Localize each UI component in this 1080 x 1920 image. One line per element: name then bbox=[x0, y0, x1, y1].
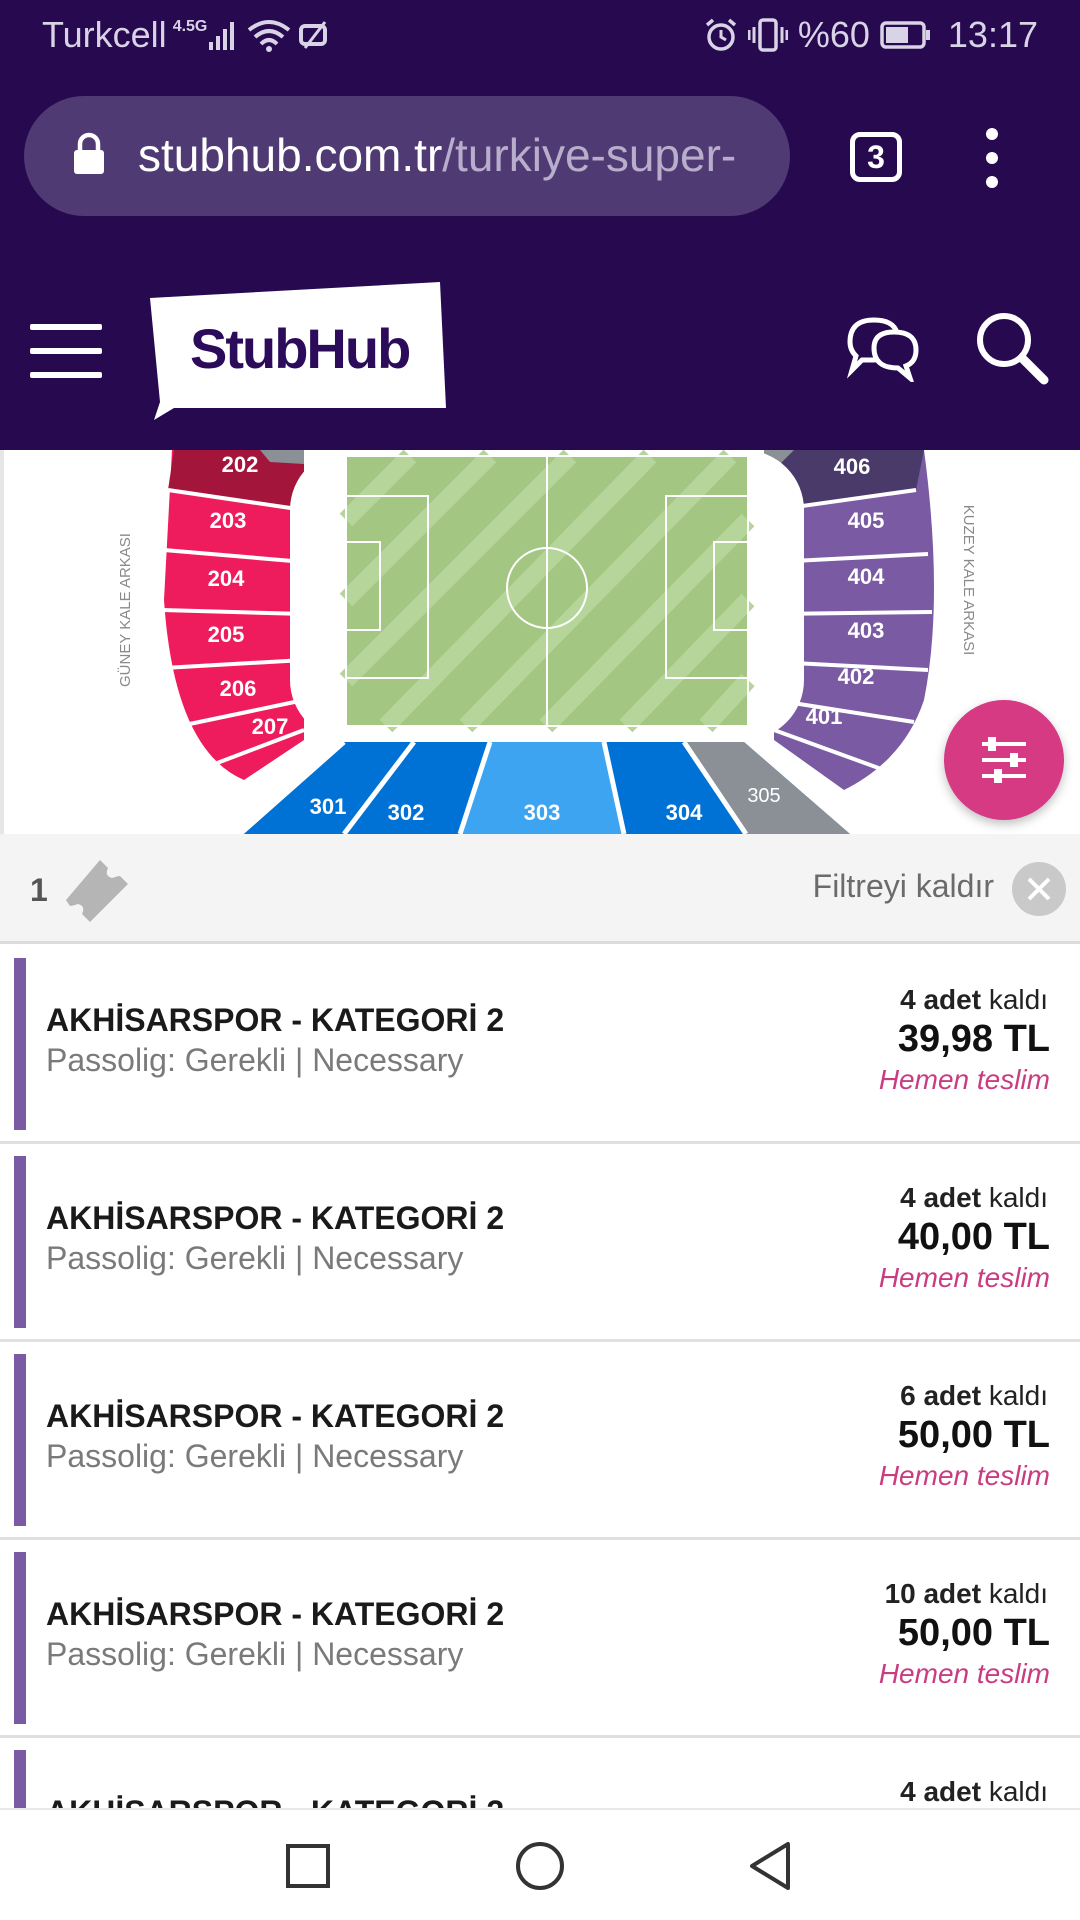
section-label-207[interactable]: 207 bbox=[252, 714, 289, 739]
listing-title: AKHİSARSPOR - KATEGORİ 2 bbox=[46, 1596, 505, 1632]
section-label-206[interactable]: 206 bbox=[220, 676, 257, 701]
listing-title: AKHİSARSPOR - KATEGORİ 2 bbox=[46, 1398, 505, 1434]
left-end-label: GÜNEY KALE ARKASI bbox=[116, 533, 134, 687]
listing-price: 50,00 TL bbox=[897, 1612, 1050, 1654]
listing-price: 50,00 TL bbox=[897, 1414, 1050, 1456]
vibrate-icon bbox=[747, 18, 788, 52]
pitch bbox=[339, 450, 755, 733]
filter-fab-button[interactable] bbox=[944, 700, 1064, 820]
battery-icon bbox=[880, 21, 930, 49]
listing-accent-bar bbox=[14, 1750, 26, 1808]
url-path: /turkiye-super- bbox=[442, 129, 737, 181]
url-field[interactable]: stubhub.com.tr/turkiye-super- bbox=[24, 96, 790, 216]
alarm-icon bbox=[705, 18, 736, 51]
listing-accent-bar bbox=[14, 958, 26, 1130]
clear-filter-icon[interactable] bbox=[1012, 862, 1066, 916]
listing-delivery: Hemen teslim bbox=[878, 1064, 1050, 1095]
url-domain: stubhub.com.tr bbox=[138, 129, 443, 181]
listing-quantity: 6 adet kaldı bbox=[900, 1380, 1048, 1411]
listing-accent-bar bbox=[14, 1354, 26, 1526]
listing-subtitle: Passolig: Gerekli | Necessary bbox=[46, 1042, 464, 1078]
hamburger-menu-icon[interactable] bbox=[30, 324, 102, 378]
listing-delivery: Hemen teslim bbox=[878, 1460, 1050, 1491]
listing-delivery: Hemen teslim bbox=[878, 1658, 1050, 1689]
data-saver-icon bbox=[299, 21, 328, 49]
battery-percent: %60 bbox=[797, 14, 870, 55]
lock-icon bbox=[74, 132, 104, 174]
network-label: 4.5G bbox=[172, 18, 208, 35]
section-label-406[interactable]: 406 bbox=[834, 454, 871, 479]
section-label-204[interactable]: 204 bbox=[208, 566, 245, 591]
section-label-202[interactable]: 202 bbox=[222, 452, 259, 477]
filter-sliders-icon bbox=[982, 737, 1026, 783]
listing-accent-bar bbox=[14, 1552, 26, 1724]
section-label-305[interactable]: 305 bbox=[747, 785, 780, 807]
listing-row[interactable]: AKHİSARSPOR - KATEGORİ 2 Passolig: Gerek… bbox=[0, 1342, 1080, 1540]
listing-row[interactable]: AKHİSARSPOR - KATEGORİ 2 Passolig: Gerek… bbox=[0, 946, 1080, 1144]
signal-icon bbox=[209, 22, 235, 50]
listing-subtitle: Passolig: Gerekli | Necessary bbox=[46, 1438, 464, 1474]
listing-accent-bar bbox=[14, 1156, 26, 1328]
ticket-icon[interactable] bbox=[60, 856, 134, 926]
system-nav-bar bbox=[0, 1808, 1080, 1920]
section-label-303[interactable]: 303 bbox=[524, 800, 561, 825]
listing-price: 39,98 TL bbox=[897, 1018, 1050, 1060]
site-header: StubHub bbox=[0, 236, 1080, 450]
listing-title: AKHİSARSPOR - KATEGORİ 2 bbox=[46, 1200, 505, 1236]
listings: AKHİSARSPOR - KATEGORİ 2 Passolig: Gerek… bbox=[0, 946, 1080, 1808]
browser-menu-icon[interactable] bbox=[986, 128, 1000, 188]
section-label-403[interactable]: 403 bbox=[848, 618, 885, 643]
carrier-label: Turkcell bbox=[42, 14, 167, 55]
listing-row[interactable]: AKHİSARSPOR - KATEGORİ 2 Passolig: Gerek… bbox=[0, 1540, 1080, 1738]
listing-quantity: 4 adet kaldı bbox=[900, 984, 1048, 1015]
listing-row[interactable]: AKHİSARSPOR - KATEGORİ 2 4 adet kaldı bbox=[0, 1738, 1080, 1808]
back-triangle-icon[interactable] bbox=[744, 1838, 800, 1894]
recents-square-icon[interactable] bbox=[280, 1838, 336, 1894]
tab-switcher-button[interactable]: 3 bbox=[850, 132, 902, 182]
right-end-label: KUZEY KALE ARKASI bbox=[960, 505, 977, 656]
listing-title: AKHİSARSPOR - KATEGORİ 2 bbox=[46, 1794, 504, 1808]
ticket-quantity[interactable]: 1 bbox=[30, 872, 48, 909]
section-label-302[interactable]: 302 bbox=[388, 800, 425, 825]
section-label-304[interactable]: 304 bbox=[666, 800, 703, 825]
section-label-404[interactable]: 404 bbox=[848, 564, 885, 589]
logo-text: StubHub bbox=[190, 317, 411, 380]
listing-row[interactable]: AKHİSARSPOR - KATEGORİ 2 Passolig: Gerek… bbox=[0, 1144, 1080, 1342]
listing-quantity: 4 adet kaldı bbox=[900, 1182, 1048, 1213]
listing-subtitle: Passolig: Gerekli | Necessary bbox=[46, 1636, 464, 1672]
section-label-401[interactable]: 401 bbox=[806, 704, 843, 729]
browser-toolbar: stubhub.com.tr/turkiye-super- 3 bbox=[0, 76, 1080, 236]
listing-delivery: Hemen teslim bbox=[878, 1262, 1050, 1293]
listing-price: 40,00 TL bbox=[897, 1216, 1050, 1258]
stadium-map[interactable]: GÜNEY KALE ARKASI KUZEY KALE ARKASI 202 2… bbox=[0, 450, 1080, 834]
section-label-405[interactable]: 405 bbox=[848, 508, 885, 533]
section-label-402[interactable]: 402 bbox=[838, 664, 875, 689]
clock: 13:17 bbox=[947, 14, 1038, 55]
search-icon[interactable] bbox=[974, 310, 1050, 386]
wifi-icon bbox=[248, 20, 291, 52]
chat-icon[interactable] bbox=[844, 312, 920, 382]
filter-row: 1 Filtreyi kaldır bbox=[0, 834, 1080, 944]
listing-quantity: 4 adet kaldı bbox=[900, 1776, 1048, 1807]
section-label-205[interactable]: 205 bbox=[208, 622, 245, 647]
section-label-301[interactable]: 301 bbox=[310, 794, 347, 819]
remove-filter-link[interactable]: Filtreyi kaldır bbox=[813, 868, 994, 905]
listing-quantity: 10 adet kaldı bbox=[884, 1578, 1048, 1609]
status-bar: Turkcell 4.5G %60 13:17 bbox=[0, 0, 1080, 76]
section-label-203[interactable]: 203 bbox=[210, 508, 247, 533]
listing-title: AKHİSARSPOR - KATEGORİ 2 bbox=[46, 1002, 505, 1038]
listing-subtitle: Passolig: Gerekli | Necessary bbox=[46, 1240, 464, 1276]
home-circle-icon[interactable] bbox=[512, 1838, 568, 1894]
